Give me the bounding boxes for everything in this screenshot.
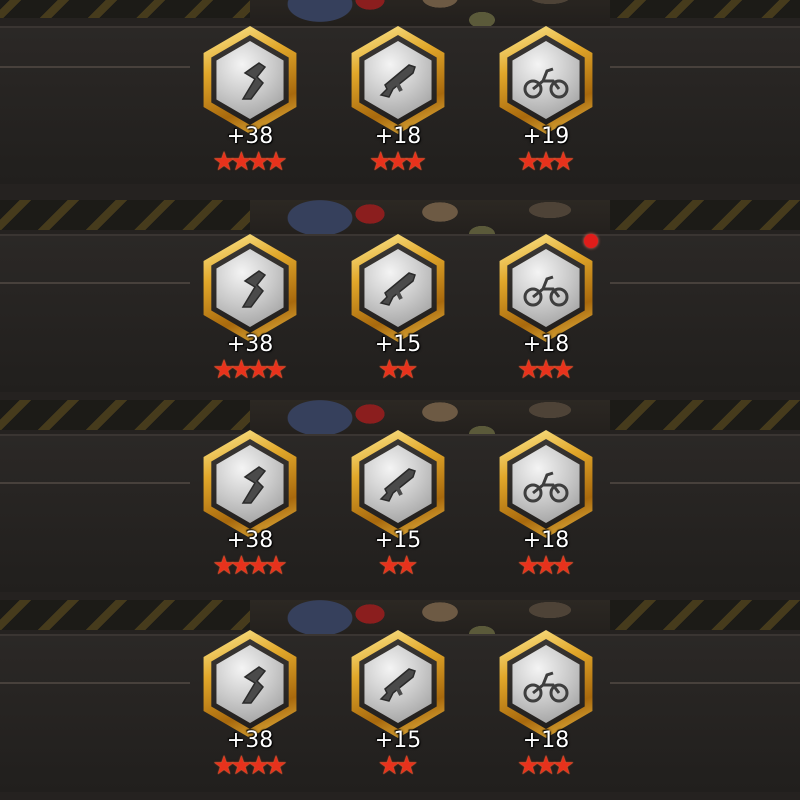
star-icon: ★ bbox=[551, 147, 575, 177]
badge-level: +38 bbox=[226, 332, 274, 357]
badge-level: +18 bbox=[522, 728, 570, 753]
star-rating: ★★★★ bbox=[194, 551, 306, 581]
star-icon: ★ bbox=[551, 751, 575, 781]
equipment-panel-3: +38 ★★★★ +15 ★★ +18 ★★★ bbox=[0, 400, 800, 600]
star-rating: ★★★★ bbox=[194, 751, 306, 781]
notification-dot bbox=[584, 234, 598, 248]
star-icon: ★ bbox=[264, 355, 288, 385]
star-rating: ★★★ bbox=[490, 551, 602, 581]
equipment-badge-motorcycle[interactable]: +18 ★★★ bbox=[490, 630, 602, 781]
equipment-badge-blade[interactable]: +38 ★★★★ bbox=[194, 26, 306, 177]
equipment-panel-2: +38 ★★★★ +15 ★★ +18 ★★★ bbox=[0, 200, 800, 400]
badge-level: +15 bbox=[374, 332, 422, 357]
motorcycle-icon bbox=[523, 275, 569, 307]
star-icon: ★ bbox=[395, 551, 419, 581]
motorcycle-icon bbox=[523, 471, 569, 503]
equipment-panel-4: +38 ★★★★ +15 ★★ +18 ★★★ bbox=[0, 600, 800, 800]
blade-icon bbox=[241, 270, 267, 308]
equipment-badge-rifle[interactable]: +15 ★★ bbox=[342, 430, 454, 581]
star-icon: ★ bbox=[403, 147, 427, 177]
equipment-badge-blade[interactable]: +38 ★★★★ bbox=[194, 430, 306, 581]
equipment-badge-motorcycle[interactable]: +18 ★★★ bbox=[490, 430, 602, 581]
badge-level: +15 bbox=[374, 528, 422, 553]
star-icon: ★ bbox=[551, 551, 575, 581]
equipment-badge-rifle[interactable]: +15 ★★ bbox=[342, 234, 454, 385]
star-icon: ★ bbox=[264, 551, 288, 581]
equipment-badge-motorcycle[interactable]: +18 ★★★ bbox=[490, 234, 602, 385]
badge-level: +38 bbox=[226, 728, 274, 753]
equipment-badge-blade[interactable]: +38 ★★★★ bbox=[194, 234, 306, 385]
star-icon: ★ bbox=[264, 147, 288, 177]
equipment-badge-blade[interactable]: +38 ★★★★ bbox=[194, 630, 306, 781]
blade-icon bbox=[241, 666, 267, 704]
star-rating: ★★★★ bbox=[194, 355, 306, 385]
star-rating: ★★ bbox=[342, 551, 454, 581]
star-icon: ★ bbox=[264, 751, 288, 781]
star-rating: ★★ bbox=[342, 751, 454, 781]
star-icon: ★ bbox=[395, 751, 419, 781]
badge-level: +18 bbox=[374, 124, 422, 149]
badge-level: +38 bbox=[226, 528, 274, 553]
motorcycle-icon bbox=[523, 671, 569, 703]
star-rating: ★★★ bbox=[490, 355, 602, 385]
rifle-icon bbox=[379, 64, 416, 98]
star-rating: ★★★ bbox=[490, 751, 602, 781]
rifle-icon bbox=[379, 668, 416, 702]
motorcycle-icon bbox=[523, 67, 569, 99]
badge-level: +18 bbox=[522, 528, 570, 553]
blade-icon bbox=[241, 466, 267, 504]
star-icon: ★ bbox=[395, 355, 419, 385]
equipment-badge-rifle[interactable]: +18 ★★★ bbox=[342, 26, 454, 177]
badge-level: +38 bbox=[226, 124, 274, 149]
badge-level: +18 bbox=[522, 332, 570, 357]
blade-icon bbox=[241, 62, 267, 100]
star-rating: ★★★ bbox=[342, 147, 454, 177]
equipment-badge-rifle[interactable]: +15 ★★ bbox=[342, 630, 454, 781]
badge-level: +15 bbox=[374, 728, 422, 753]
badge-level: +19 bbox=[522, 124, 570, 149]
rifle-icon bbox=[379, 272, 416, 306]
equipment-badge-motorcycle[interactable]: +19 ★★★ bbox=[490, 26, 602, 177]
star-rating: ★★★★ bbox=[194, 147, 306, 177]
star-rating: ★★★ bbox=[490, 147, 602, 177]
equipment-panel-1: +38 ★★★★ +18 ★★★ +19 ★★★ bbox=[0, 0, 800, 200]
star-rating: ★★ bbox=[342, 355, 454, 385]
star-icon: ★ bbox=[551, 355, 575, 385]
rifle-icon bbox=[379, 468, 416, 502]
